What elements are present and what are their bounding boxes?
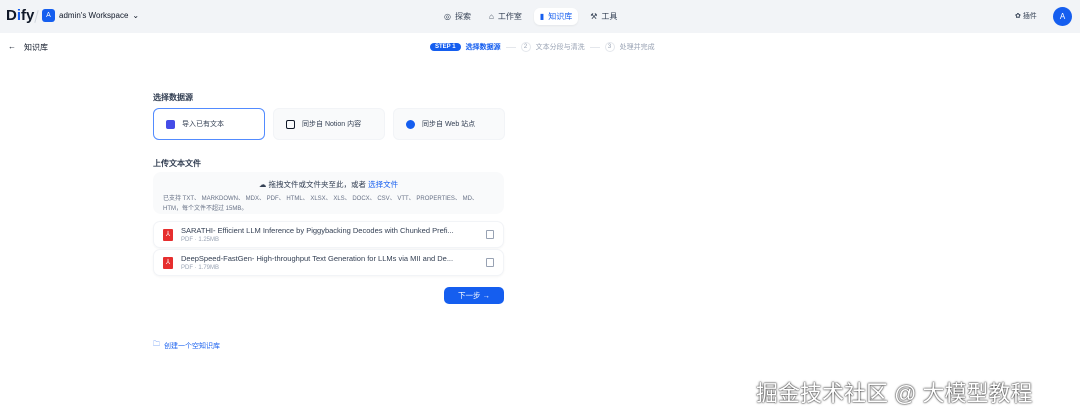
plugins-button[interactable]: ✿ 插件 (1015, 11, 1037, 21)
upload-title: 上传文本文件 (153, 159, 201, 168)
watermark: 掘金技术社区 @ 大模型教程 (756, 381, 1033, 406)
trash-icon[interactable] (486, 230, 494, 239)
nav-tools[interactable]: ⚒ 工具 (584, 8, 623, 25)
globe-icon (406, 119, 415, 129)
step-label: 选择数据源 (465, 44, 501, 51)
pdf-icon: ⅄ (163, 257, 173, 269)
file-meta: PDF · 1.25MB (181, 237, 220, 243)
file-icon (166, 119, 175, 129)
book-icon: ▮ (539, 12, 545, 21)
tool-icon: ⚒ (590, 12, 598, 21)
file-item: ⅄ SARATHI- Efficient LLM Inference by Pi… (153, 221, 504, 248)
step-badge: 2 (520, 42, 531, 52)
source-label: 导入已有文本 (182, 121, 224, 128)
source-label: 同步自 Notion 内容 (302, 121, 362, 128)
nav-label: 工具 (601, 12, 618, 21)
step-label: 文本分段与清洗 (535, 44, 585, 51)
step-badge: STEP 1 (430, 43, 461, 51)
compass-icon: ◎ (444, 12, 451, 21)
back-label: 知识库 (24, 43, 48, 52)
pdf-icon: ⅄ (163, 229, 173, 241)
folder-icon: 🗀 (153, 341, 160, 348)
step-divider (505, 46, 516, 48)
top-nav: Dify Aadmin's Workspace ⌄ ◎ 探索 ⌂ 工作室 ▮ 知识库 ⚒… (0, 0, 1080, 33)
nav-label: 工作室 (497, 12, 522, 21)
dify-logo[interactable]: Dify (6, 7, 34, 24)
nav-studio[interactable]: ⌂ 工作室 (483, 8, 528, 25)
source-web[interactable]: 同步自 Web 站点 (393, 108, 505, 140)
select-file-link[interactable]: 选择文件 (368, 180, 398, 189)
trash-icon[interactable] (486, 258, 494, 267)
nav-knowledge[interactable]: ▮ 知识库 (533, 8, 579, 25)
supported-formats: 已支持 TXT、 MARKDOWN、 MDX、 PDF、 HTML、 XLSX、… (163, 196, 478, 212)
plugin-icon: ✿ (1015, 13, 1023, 20)
back-button[interactable]: ← 知识库 (8, 42, 48, 53)
step-badge: 3 (604, 42, 615, 52)
drop-text: 拖拽文件或文件夹至此，或者 (268, 180, 367, 189)
datasource-title: 选择数据源 (153, 93, 193, 102)
workspace-switcher[interactable]: Aadmin's Workspace ⌄ (42, 9, 139, 22)
file-item: ⅄ DeepSpeed-FastGen- High-throughput Tex… (153, 249, 504, 276)
file-name: SARATHI- Efficient LLM Inference by Pigg… (181, 226, 454, 235)
nav-label: 探索 (454, 12, 471, 21)
stepper: STEP 1 选择数据源 2 文本分段与清洗 3 处理并完成 (430, 42, 655, 52)
cloud-upload-icon: ☁ (258, 180, 269, 189)
robot-icon: ⌂ (488, 12, 494, 21)
workspace-avatar: A (42, 9, 55, 22)
plugins-label: 插件 (1022, 13, 1037, 20)
nav-label: 知识库 (548, 12, 573, 21)
workspace-name: admin's Workspace (59, 11, 129, 20)
source-import-text[interactable]: 导入已有文本 (153, 108, 265, 140)
nav-explore[interactable]: ◎ 探索 (438, 8, 477, 25)
arrow-left-icon: ← (8, 42, 16, 51)
chevron-down-icon: ⌄ (132, 11, 140, 20)
create-empty-label: 创建一个空知识库 (164, 342, 220, 350)
file-meta: PDF · 1.79MB (181, 265, 220, 271)
divider (34, 10, 39, 23)
user-avatar[interactable]: A (1053, 7, 1072, 26)
step-label: 处理并完成 (619, 44, 655, 51)
next-step-button[interactable]: 下一步 → (444, 287, 504, 304)
file-name: DeepSpeed-FastGen- High-throughput Text … (181, 254, 454, 263)
notion-icon (286, 119, 295, 129)
file-dropzone[interactable]: ☁ 拖拽文件或文件夹至此，或者 选择文件 已支持 TXT、 MARKDOWN、 … (153, 172, 504, 214)
source-notion[interactable]: 同步自 Notion 内容 (273, 108, 385, 140)
step-divider (589, 46, 600, 48)
source-label: 同步自 Web 站点 (422, 121, 476, 128)
create-empty-knowledge-link[interactable]: 🗀 创建一个空知识库 (153, 340, 220, 351)
